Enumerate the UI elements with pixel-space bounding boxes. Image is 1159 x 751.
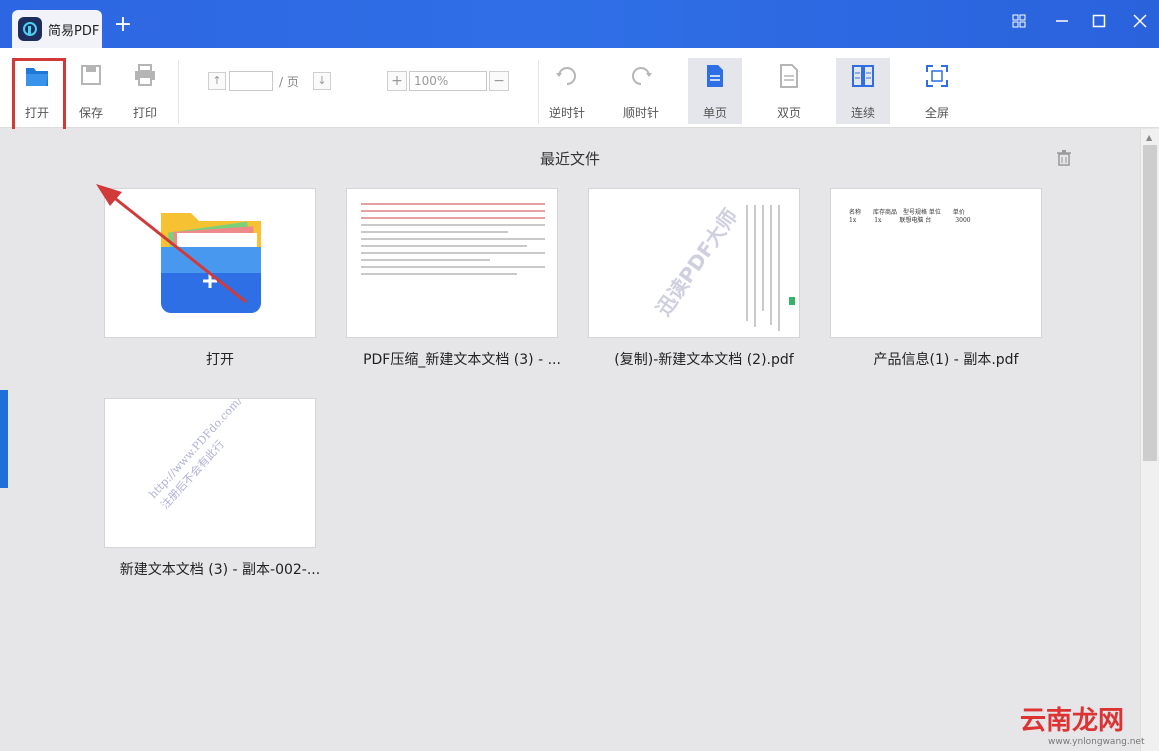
site-watermark: 云南龙网 (1020, 706, 1125, 736)
annotation-arrow (96, 184, 247, 304)
site-watermark-url: www.ynlongwang.net (1048, 737, 1145, 747)
